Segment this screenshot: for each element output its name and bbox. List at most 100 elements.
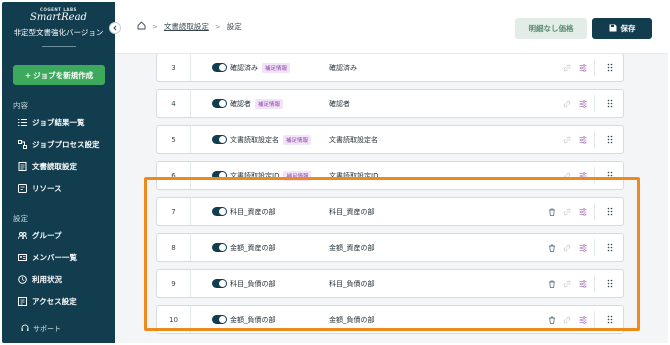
link-icon[interactable] (562, 135, 571, 144)
field-toggle[interactable] (212, 279, 227, 288)
sidebar-item-groups[interactable]: グループ (18, 228, 62, 242)
member-card-icon (18, 253, 27, 262)
field-output-name: 確認済み (329, 63, 357, 72)
row-divider (594, 311, 595, 328)
link-icon[interactable] (562, 63, 571, 72)
row-divider (594, 167, 595, 184)
drag-handle-icon[interactable] (605, 171, 614, 180)
breadcrumb-link[interactable]: 文書読取設定 (164, 21, 209, 32)
plus-icon: + (24, 70, 32, 80)
sidebar-item-label: ジョブ結果一覧 (32, 117, 85, 127)
save-icon (609, 24, 617, 34)
app-window: COGENT LABS SmartRead 非定型文書強化バージョン + ジョブ… (2, 2, 668, 343)
usage-clock-icon (18, 274, 27, 284)
row-divider (594, 275, 595, 292)
new-job-label: ジョブを新規作成 (33, 70, 94, 80)
sidebar-item-label: 利用状況 (32, 274, 62, 284)
product-logo[interactable]: SmartRead (2, 12, 115, 23)
sidebar-item-job-results[interactable]: ジョブ結果一覧 (18, 115, 85, 129)
field-row[interactable]: 6 文書読取設定ID 補足情報 文書読取設定ID (156, 161, 624, 190)
trash-icon[interactable] (547, 207, 556, 216)
field-label-text: 科目_資産の部 (230, 207, 276, 216)
field-label: 確認者 補足情報 (230, 90, 284, 117)
sidebar-item-job-process[interactable]: ジョブプロセス設定 (18, 137, 100, 151)
supplement-badge: 補足情報 (283, 170, 312, 181)
sidebar-item-label: グループ (32, 230, 62, 240)
sidebar-item-label: リソース (32, 183, 62, 193)
drag-handle-icon[interactable] (605, 63, 614, 72)
sidebar-item-usage[interactable]: 利用状況 (18, 272, 62, 286)
save-button[interactable]: 保存 (592, 18, 652, 39)
field-toggle[interactable] (212, 243, 227, 252)
sidebar-item-members[interactable]: メンバー一覧 (18, 250, 77, 264)
sliders-icon[interactable] (578, 63, 587, 72)
field-toggle[interactable] (212, 63, 227, 72)
new-job-button[interactable]: + ジョブを新規作成 (13, 65, 105, 85)
field-label: 文書読取設定ID 補足情報 (230, 162, 312, 189)
link-icon[interactable] (562, 99, 571, 108)
drag-handle-icon[interactable] (605, 135, 614, 144)
row-divider (594, 203, 595, 220)
link-icon[interactable] (562, 279, 571, 288)
breadcrumb-separator: > (214, 22, 221, 31)
field-label-text: 文書読取設定名 (230, 135, 279, 144)
brand-divider (42, 46, 76, 47)
field-output-name: 確認者 (329, 99, 350, 108)
sliders-icon[interactable] (578, 171, 587, 180)
sidebar-item-document-settings[interactable]: 文書読取設定 (18, 159, 77, 173)
field-row[interactable]: 7 科目_資産の部 科目_資産の部 (156, 197, 624, 226)
field-output-name: 科目_資産の部 (329, 207, 375, 216)
field-label: 確認済み 補足情報 (230, 54, 291, 81)
chevron-left-icon (113, 25, 117, 31)
field-row[interactable]: 10 金額_負債の部 金額_負債の部 (156, 305, 624, 334)
field-toggle[interactable] (212, 171, 227, 180)
link-icon[interactable] (562, 207, 571, 216)
field-output-name: 文書読取設定ID (329, 171, 379, 180)
sidebar-collapse-button[interactable] (109, 22, 121, 34)
trash-icon[interactable] (547, 279, 556, 288)
field-toggle[interactable] (212, 207, 227, 216)
trash-icon[interactable] (547, 315, 556, 324)
sliders-icon[interactable] (578, 207, 587, 216)
support-link[interactable]: サポート (21, 324, 61, 334)
field-row[interactable]: 9 科目_負債の部 科目_負債の部 (156, 269, 624, 298)
drag-handle-icon[interactable] (605, 243, 614, 252)
sliders-icon[interactable] (578, 99, 587, 108)
row-number: 8 (157, 234, 191, 261)
link-icon[interactable] (562, 171, 571, 180)
sliders-icon[interactable] (578, 279, 587, 288)
sliders-icon[interactable] (578, 135, 587, 144)
drag-handle-icon[interactable] (605, 315, 614, 324)
list-icon (18, 118, 27, 127)
field-output-name: 金額_資産の部 (329, 243, 375, 252)
support-label: サポート (33, 325, 61, 333)
sidebar-item-label: メンバー一覧 (32, 252, 77, 262)
link-icon[interactable] (562, 315, 571, 324)
row-divider (594, 131, 595, 148)
field-list: 3 確認済み 補足情報 確認済み 4 確認者 補足情報 確認者 5 文書読取設定名 補足情報 文書読取… (115, 54, 668, 343)
access-icon (18, 296, 27, 306)
sidebar-item-label: 文書読取設定 (32, 161, 77, 171)
field-row[interactable]: 5 文書読取設定名 補足情報 文書読取設定名 (156, 125, 624, 154)
link-icon[interactable] (562, 243, 571, 252)
field-label-text: 金額_負債の部 (230, 315, 276, 324)
home-icon[interactable] (137, 21, 146, 32)
drag-handle-icon[interactable] (605, 207, 614, 216)
breadcrumb-current: 設定 (226, 22, 242, 31)
field-row[interactable]: 4 確認者 補足情報 確認者 (156, 89, 624, 118)
sliders-icon[interactable] (578, 243, 587, 252)
sliders-icon[interactable] (578, 315, 587, 324)
sidebar-item-resources[interactable]: リソース (18, 181, 62, 195)
field-row[interactable]: 3 確認済み 補足情報 確認済み (156, 54, 624, 82)
field-toggle[interactable] (212, 99, 227, 108)
trash-icon[interactable] (547, 243, 556, 252)
field-toggle[interactable] (212, 135, 227, 144)
drag-handle-icon[interactable] (605, 279, 614, 288)
row-number: 10 (157, 306, 191, 333)
field-toggle[interactable] (212, 315, 227, 324)
sidebar-item-access[interactable]: アクセス設定 (18, 294, 77, 308)
drag-handle-icon[interactable] (605, 99, 614, 108)
field-output-name: 文書読取設定名 (329, 135, 378, 144)
field-row[interactable]: 8 金額_資産の部 金額_資産の部 (156, 233, 624, 262)
no-price-button[interactable]: 明細なし価格 (515, 18, 587, 39)
